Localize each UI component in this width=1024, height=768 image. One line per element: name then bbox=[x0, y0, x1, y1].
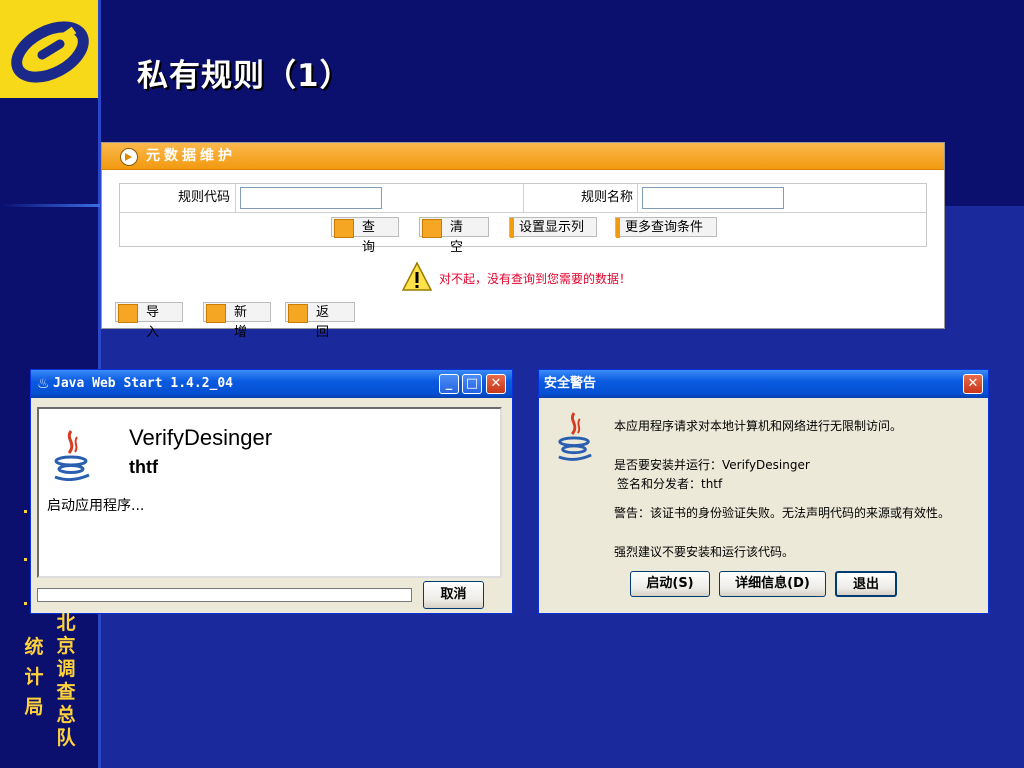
security-message-1: 本应用程序请求对本地计算机和网络进行无限制访问。 bbox=[614, 419, 903, 433]
jws-title-bar[interactable]: ♨ Java Web Start 1.4.2_04 _ □ ✕ bbox=[31, 370, 512, 398]
java-cup-icon: ♨ bbox=[37, 376, 50, 392]
rule-code-label: 规则代码 bbox=[177, 190, 230, 205]
security-message-4: 警告：该证书的身份验证失败。无法声明代码的来源或有效性。 bbox=[614, 506, 951, 520]
import-icon bbox=[118, 304, 138, 323]
import-button-label: 导 入 bbox=[146, 305, 160, 340]
no-data-message: 对不起，没有查询到您需要的数据！ bbox=[439, 272, 632, 286]
security-message-5: 强烈建议不要安装和运行该代码。 bbox=[614, 545, 795, 559]
details-button[interactable]: 详细信息(D) bbox=[719, 571, 826, 597]
import-button[interactable]: 导 入 bbox=[115, 302, 183, 340]
side-dot bbox=[24, 602, 27, 605]
minimize-button[interactable]: _ bbox=[439, 374, 459, 394]
app-name: VerifyDesinger bbox=[129, 425, 273, 450]
panel-header-title: 元数据维护 bbox=[146, 148, 236, 164]
clear-button[interactable]: 清 空 bbox=[419, 217, 489, 255]
document-icon bbox=[206, 304, 226, 323]
rule-name-input[interactable] bbox=[642, 187, 784, 209]
bar-icon bbox=[510, 218, 514, 238]
rule-code-input[interactable] bbox=[240, 187, 382, 209]
start-button[interactable]: 启动(S) bbox=[630, 571, 710, 597]
security-title-bar[interactable]: 安全警告 ✕ bbox=[539, 370, 988, 398]
jws-title: Java Web Start 1.4.2_04 bbox=[53, 376, 234, 391]
logo bbox=[0, 0, 98, 98]
maximize-button[interactable]: □ bbox=[462, 374, 482, 394]
close-button[interactable]: ✕ bbox=[963, 374, 983, 394]
display-columns-label: 设置显示列 bbox=[519, 220, 585, 235]
security-message-3: 签名和分发者：thtf bbox=[617, 477, 723, 491]
metadata-panel: 元数据维护 规则代码 规则名称 查 询 清 空 设置显示列 更多查询条件 对不起… bbox=[101, 142, 945, 340]
trash-icon bbox=[422, 219, 442, 238]
side-text-bureau: 北京调查总队 bbox=[56, 612, 76, 749]
status-text: 启动应用程序... bbox=[47, 498, 145, 514]
side-dot bbox=[24, 558, 27, 561]
magnifier-icon bbox=[334, 219, 354, 238]
java-icon bbox=[558, 412, 592, 461]
progress-bar bbox=[37, 588, 412, 602]
add-button[interactable]: 新 增 bbox=[203, 302, 271, 340]
display-columns-button[interactable]: 设置显示列 bbox=[509, 217, 597, 238]
app-vendor: thtf bbox=[129, 457, 158, 477]
add-button-label: 新 增 bbox=[234, 305, 248, 340]
form-separator bbox=[637, 184, 638, 212]
clear-button-label: 清 空 bbox=[450, 220, 464, 255]
cancel-button[interactable]: 取消 bbox=[423, 581, 484, 609]
java-icon bbox=[54, 430, 90, 481]
java-web-start-window: ♨ Java Web Start 1.4.2_04 _ □ ✕ VerifyDe… bbox=[30, 369, 513, 614]
jws-content: VerifyDesinger thtf 启动应用程序... bbox=[37, 407, 502, 578]
query-button-label: 查 询 bbox=[362, 220, 376, 255]
panel-header: 元数据维护 bbox=[102, 143, 944, 170]
side-text-stats: 统 计 局 bbox=[24, 636, 44, 718]
exit-button[interactable]: 退出 bbox=[835, 571, 897, 597]
query-button[interactable]: 查 询 bbox=[331, 217, 399, 255]
warning-icon bbox=[401, 261, 433, 291]
more-conditions-button[interactable]: 更多查询条件 bbox=[615, 217, 717, 238]
security-message-2: 是否要安装并运行：VerifyDesinger bbox=[614, 458, 810, 472]
back-button[interactable]: 返 回 bbox=[285, 302, 355, 340]
security-warning-dialog: 安全警告 ✕ 本应用程序请求对本地计算机和网络进行无限制访问。 是否要安装并运行… bbox=[538, 369, 989, 614]
form-separator bbox=[235, 184, 236, 212]
query-form-row: 规则代码 规则名称 bbox=[120, 184, 926, 213]
side-dot bbox=[24, 510, 27, 513]
rule-name-label: 规则名称 bbox=[580, 190, 633, 205]
logo-icon bbox=[11, 21, 89, 83]
close-button[interactable]: ✕ bbox=[486, 374, 506, 394]
arrow-icon bbox=[120, 148, 138, 166]
more-conditions-label: 更多查询条件 bbox=[625, 220, 704, 235]
security-title: 安全警告 bbox=[544, 376, 597, 391]
form-separator bbox=[523, 184, 524, 212]
slide-horizontal-line bbox=[0, 204, 100, 207]
bar-icon bbox=[616, 218, 620, 238]
page-title: 私有规则（1） bbox=[137, 58, 352, 94]
left-arrow-icon bbox=[288, 304, 308, 323]
query-form: 规则代码 规则名称 查 询 清 空 设置显示列 更多查询条件 bbox=[119, 183, 927, 255]
back-button-label: 返 回 bbox=[316, 305, 330, 340]
